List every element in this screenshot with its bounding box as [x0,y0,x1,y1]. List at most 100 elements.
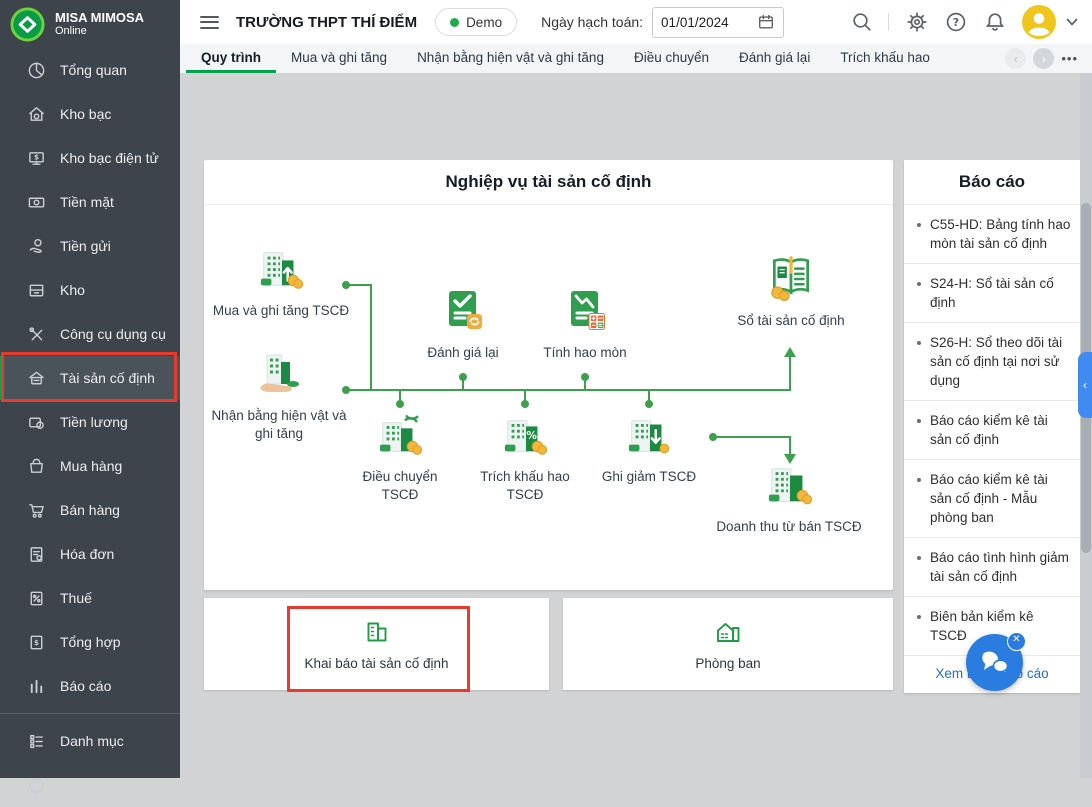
flow-node-label: Trích khấu hao TSCĐ [462,468,588,504]
sidebar-item-tong-hop[interactable]: $ Tổng hợp [0,620,180,664]
report-item[interactable]: Báo cáo tình hình giảm tài sản cố định [904,538,1080,597]
sidebar-item-tien-mat[interactable]: Tiền mặt [0,180,180,224]
flow-node-trich-khau-hao[interactable]: % Trích khấu hao TSCĐ [462,413,588,504]
bar-chart-icon [27,677,46,696]
sidebar-item-kho-bac-dien-tu[interactable]: $ Kho bạc điện tử [0,136,180,180]
sidebar-item-partial[interactable] [0,763,180,807]
flow-node-dieu-chuyen[interactable]: Điều chuyển TSCĐ [344,413,456,504]
sidebar-item-mua-hang[interactable]: Mua hàng [0,444,180,488]
bank-icon [27,105,46,124]
invoice-icon [27,545,46,564]
building-arrow-up-icon [258,247,304,293]
department-icon [714,618,742,646]
posting-date-input[interactable]: 01/01/2024 [652,7,784,38]
flow-node-danh-gia-lai[interactable]: Đánh giá lại [402,287,524,362]
svg-text:$: $ [34,152,39,161]
flow-node-doanh-thu-tu-ban[interactable]: Doanh thu từ bán TSCĐ [714,463,864,536]
report-list: C55-HD: Bảng tính hao mòn tài sản cố địn… [904,205,1080,656]
pie-chart-icon [27,61,46,80]
tools-icon [27,325,46,344]
sidebar-item-tien-gui[interactable]: Tiền gửi [0,224,180,268]
cart-icon [27,501,46,520]
sidebar-item-bao-cao[interactable]: Báo cáo [0,664,180,708]
sidebar-item-label: Bán hàng [60,502,120,518]
brand[interactable]: MISA MIMOSA Online [0,0,180,48]
report-item[interactable]: Báo cáo kiểm kê tài sản cố định [904,401,1080,460]
flow-diagram: Mua và ghi tăng TSCĐ Nhận bằng hiện vật … [204,205,893,590]
flow-node-ghi-giam[interactable]: Ghi giảm TSCĐ [584,413,714,486]
sidebar-item-label: Kho bạc [60,106,111,122]
shortcut-label: Khai báo tài sản cố định [304,656,448,671]
flow-node-mua-va-ghi-tang[interactable]: Mua và ghi tăng TSCĐ [206,247,356,320]
document-check-recycle-icon [439,287,487,335]
building-coins-icon [766,463,812,509]
calendar-icon[interactable] [757,13,775,31]
sidebar-item-label: Hóa đơn [60,546,114,562]
sidebar-item-cong-cu-dung-cu[interactable]: Công cụ dụng cụ [0,312,180,356]
search-icon[interactable] [851,11,873,33]
content-area: Nghiệp vụ tài sản cố định [180,73,1092,778]
sidebar-item-thue[interactable]: Thuế [0,576,180,620]
sidebar-item-label: Kho bạc điện tử [60,150,159,166]
sidebar-item-tong-quan[interactable]: Tổng quan [0,48,180,92]
posting-date-value: 01/01/2024 [661,15,729,30]
process-flow-card: Nghiệp vụ tài sản cố định [204,160,893,590]
report-item[interactable]: S24-H: Sổ tài sản cố định [904,264,1080,323]
sidebar-item-kho-bac[interactable]: Kho bạc [0,92,180,136]
chat-bubbles-icon [979,647,1011,679]
settings-gear-icon[interactable] [906,11,928,33]
flow-node-so-tai-san-co-dinh[interactable]: Sổ tài sản cố định [716,253,866,330]
chat-close-icon[interactable]: ✕ [1007,632,1026,651]
hand-coin-icon [27,237,46,256]
sidebar-item-tien-luong[interactable]: Tiền lương [0,400,180,444]
vertical-scrollbar[interactable] [1080,73,1092,778]
document-chart-calculator-icon [561,287,609,335]
sidebar-item-danh-muc[interactable]: Danh mục [0,719,180,763]
sidebar: MISA MIMOSA Online Tổng quan Kho bạc $ K… [0,0,180,778]
shortcut-khai-bao-tscd[interactable]: Khai báo tài sản cố định [204,598,549,690]
tab-trich-khau-hao[interactable]: Trích khấu hao [825,44,945,73]
sidebar-item-label: Tổng hợp [60,634,121,650]
sidebar-item-kho[interactable]: Kho [0,268,180,312]
flow-node-label: Nhận bằng hiện vật và ghi tăng [204,407,354,443]
asset-book-icon [766,253,816,303]
sidebar-item-tai-san-co-dinh[interactable]: Tài sản cố định [0,356,180,400]
tabs-scroll-right-button[interactable]: › [1033,48,1054,69]
collapse-panel-handle[interactable]: ‹ [1078,352,1092,418]
flow-node-nhan-bang-hien-vat[interactable]: Nhận bằng hiện vật và ghi tăng [204,350,354,443]
help-icon[interactable]: ? [945,11,967,33]
demo-status-dot [450,18,459,27]
sidebar-divider [0,713,180,714]
sidebar-item-label: Tiền mặt [60,194,114,210]
sidebar-item-label: Báo cáo [60,678,111,694]
report-item[interactable]: S26-H: Sổ theo dõi tài sản cố định tại n… [904,323,1080,401]
salary-icon [27,413,46,432]
shortcut-phong-ban[interactable]: Phòng ban [563,598,893,690]
hamburger-menu-icon[interactable] [200,12,219,32]
tabs-scroll-left-button[interactable]: ‹ [1005,48,1026,69]
tabs-more-button[interactable]: ••• [1061,51,1078,66]
tab-danh-gia-lai[interactable]: Đánh giá lại [724,44,825,73]
fixed-asset-icon [27,369,46,388]
flow-node-label: Ghi giảm TSCĐ [602,468,696,486]
demo-badge: Demo [435,8,517,36]
tab-dieu-chuyen[interactable]: Điều chuyển [619,44,724,73]
notifications-bell-icon[interactable] [984,11,1006,33]
report-item[interactable]: Báo cáo kiểm kê tài sản cố định - Mẫu ph… [904,460,1080,538]
svg-text:$: $ [34,637,39,646]
user-avatar[interactable] [1022,5,1056,39]
report-item[interactable]: C55-HD: Bảng tính hao mòn tài sản cố địn… [904,205,1080,264]
sidebar-item-label: Tổng quan [60,62,127,78]
tab-quy-trinh[interactable]: Quy trình [186,44,276,73]
sidebar-item-ban-hang[interactable]: Bán hàng [0,488,180,532]
tab-mua-va-ghi-tang[interactable]: Mua và ghi tăng [276,44,402,73]
building-percent-icon: % [502,413,548,459]
flow-node-tinh-hao-mon[interactable]: Tính hao mòn [524,287,646,362]
flow-node-label: Đánh giá lại [427,344,498,362]
sidebar-item-hoa-don[interactable]: Hóa đơn [0,532,180,576]
chevron-down-icon[interactable] [1064,14,1080,30]
building-arrow-down-icon [626,413,672,459]
brand-subtitle: Online [55,25,144,38]
svg-text:?: ? [953,16,959,29]
tab-nhan-bang-hien-vat[interactable]: Nhận bằng hiện vật và ghi tăng [402,44,619,73]
